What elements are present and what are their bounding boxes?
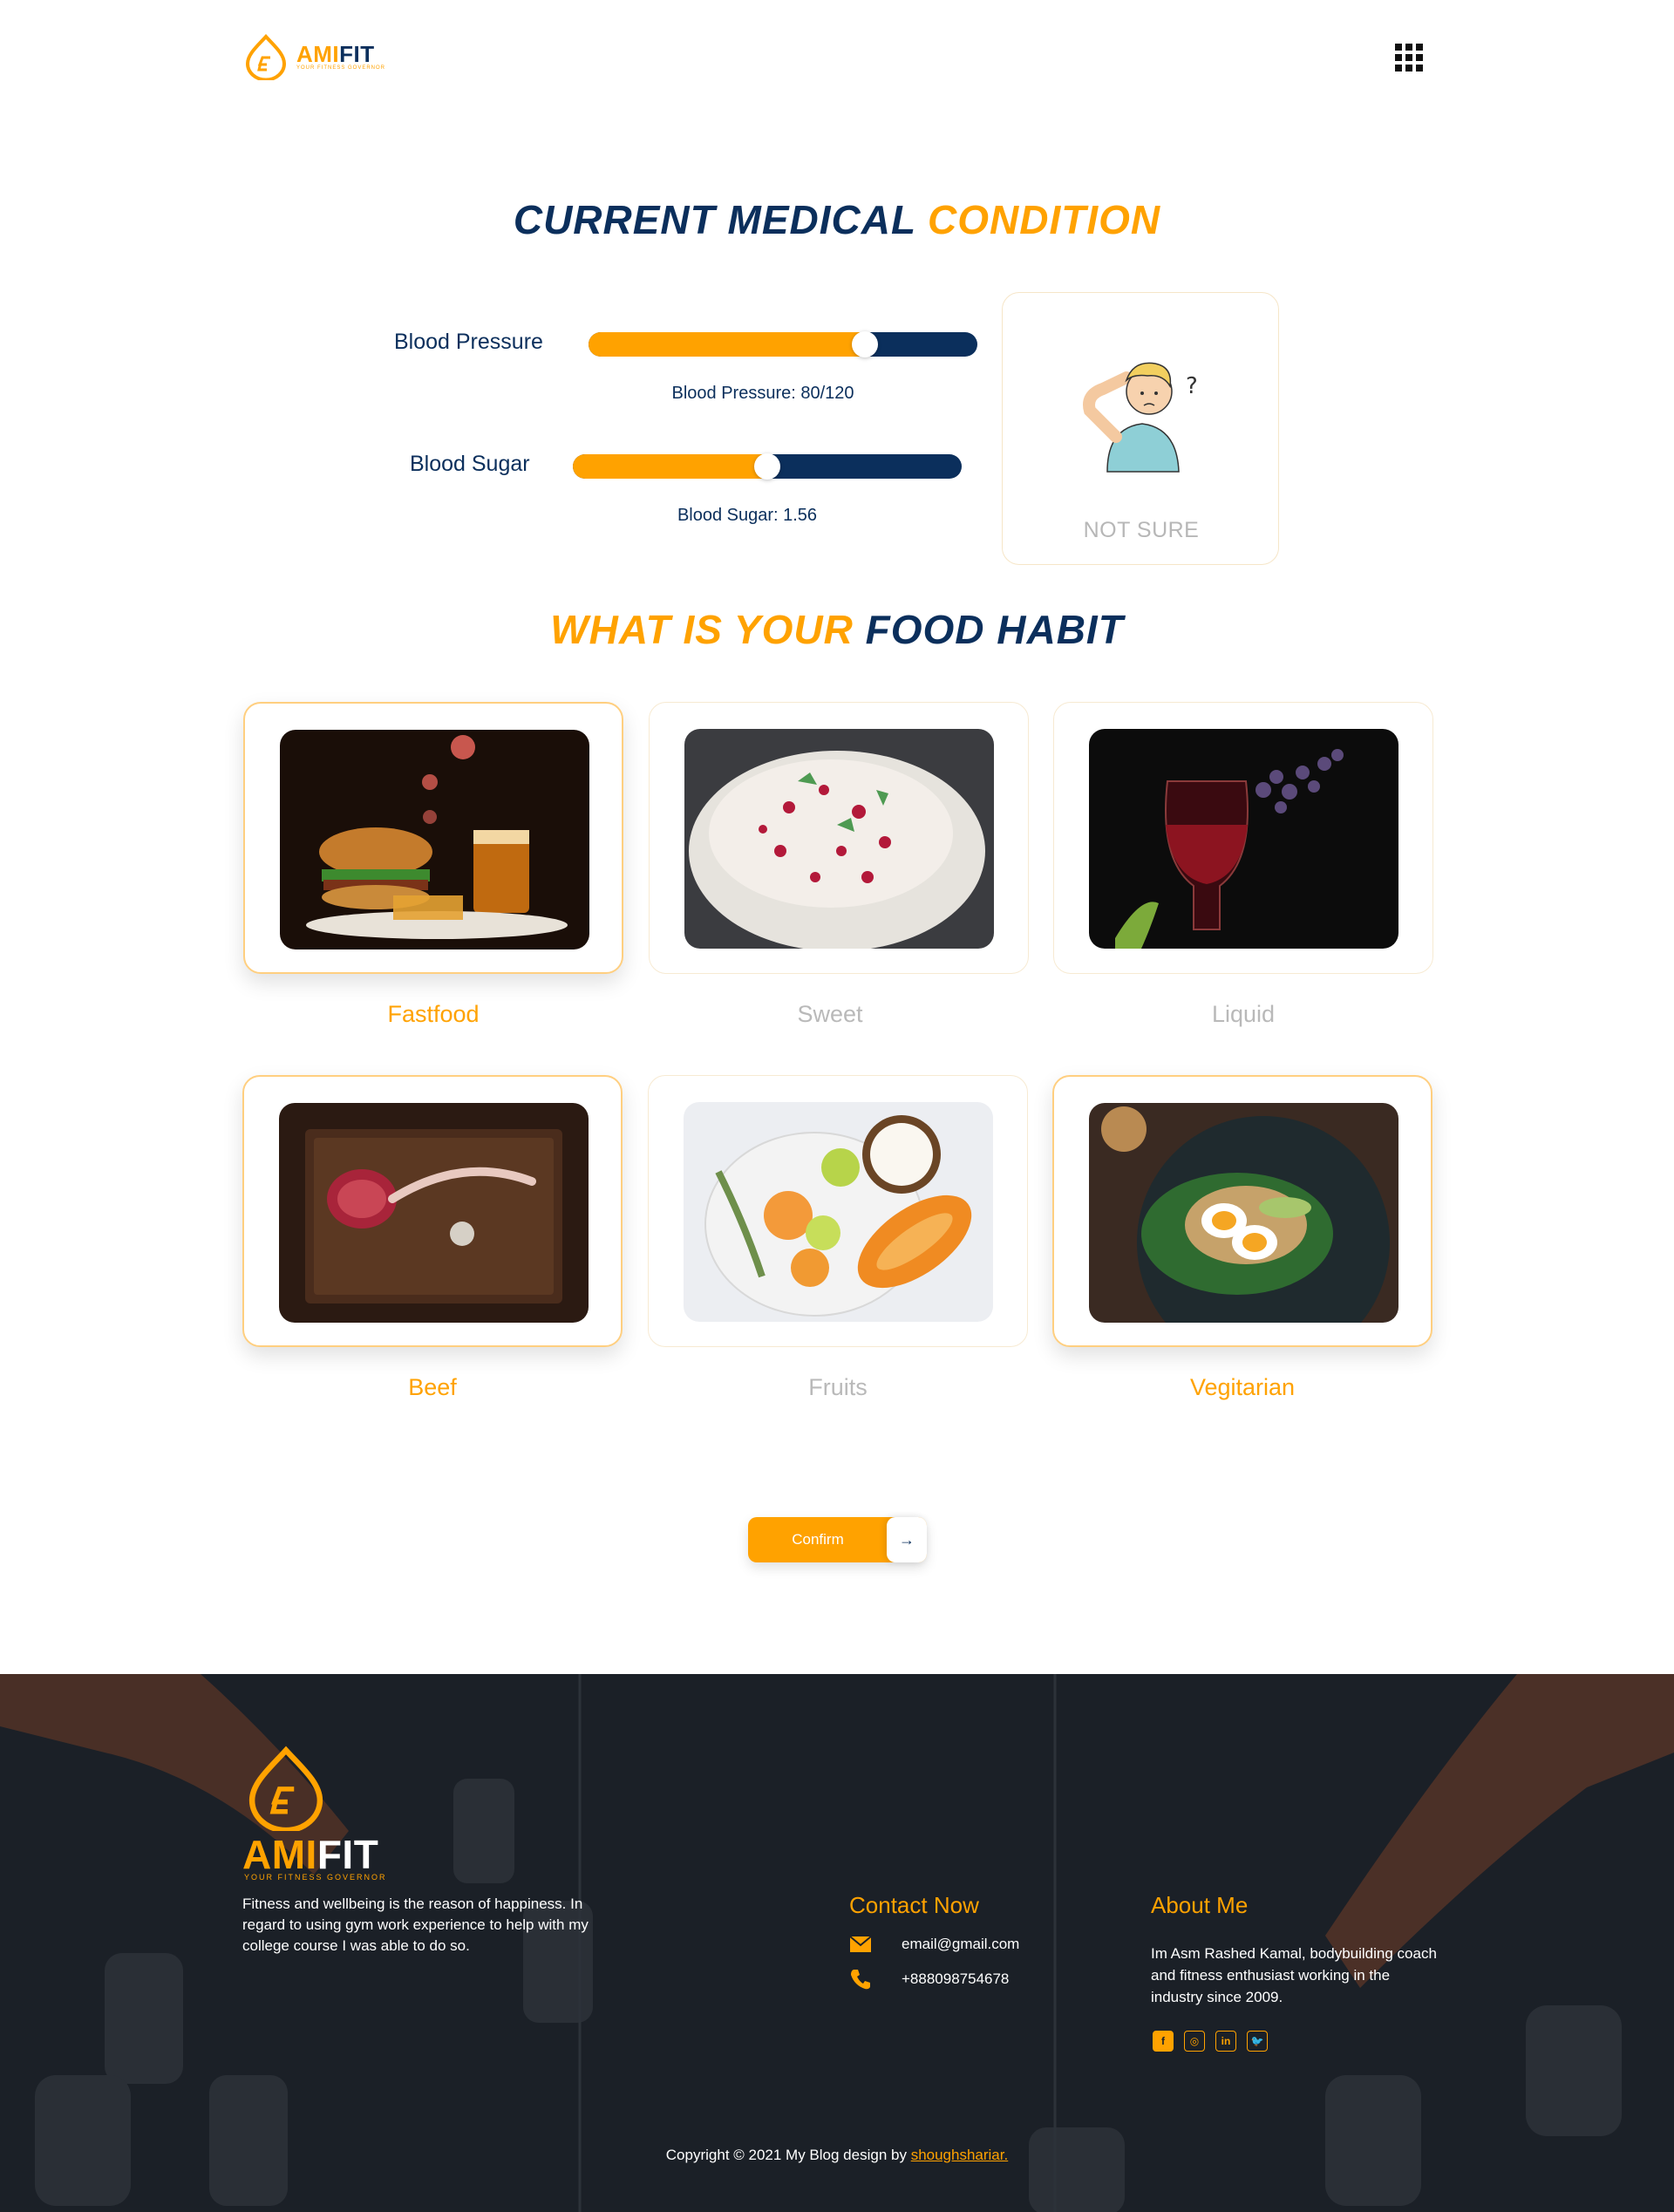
linkedin-icon[interactable]: in bbox=[1215, 2031, 1236, 2052]
fastfood-image bbox=[280, 730, 589, 949]
beef-image bbox=[279, 1103, 589, 1323]
footer-logo-fit: FIT bbox=[316, 1832, 379, 1877]
logo-ami: AMI bbox=[296, 41, 340, 67]
arrow-right-icon[interactable]: → bbox=[887, 1517, 927, 1562]
copyright: Copyright © 2021 My Blog design by shoug… bbox=[0, 2147, 1674, 2164]
food-card-fastfood[interactable] bbox=[243, 702, 623, 974]
header: AMIFIT YOUR FITNESS GOVERNOR bbox=[0, 0, 1674, 122]
twitter-icon[interactable]: 🐦 bbox=[1247, 2031, 1268, 2052]
medical-title: CURRENT MEDICAL CONDITION bbox=[0, 196, 1674, 243]
food-card-liquid[interactable] bbox=[1053, 702, 1433, 974]
food-label-fruits: Fruits bbox=[808, 1374, 868, 1400]
svg-text:?: ? bbox=[1186, 373, 1198, 399]
blood-pressure-readout: Blood Pressure: 80/120 bbox=[671, 384, 854, 403]
liquid-image bbox=[1089, 729, 1398, 949]
about-text: Im Asm Rashed Kamal, bodybuilding coach … bbox=[1151, 1945, 1437, 2005]
not-sure-label: NOT SURE bbox=[1083, 518, 1200, 542]
logo-fit: FIT bbox=[339, 41, 375, 67]
contact-phone[interactable]: +888098754678 bbox=[902, 1970, 1009, 1988]
logo-icon bbox=[245, 34, 287, 80]
blood-sugar-slider[interactable] bbox=[573, 453, 962, 480]
medical-title-part2: CONDITION bbox=[928, 197, 1161, 242]
grid-menu-icon[interactable] bbox=[1395, 44, 1423, 71]
blood-pressure-thumb[interactable] bbox=[852, 331, 878, 357]
food-label-liquid: Liquid bbox=[1211, 1001, 1276, 1027]
blood-sugar-readout: Blood Sugar: 1.56 bbox=[677, 506, 818, 525]
vegitarian-image bbox=[1089, 1103, 1398, 1323]
food-card-sweet[interactable] bbox=[649, 702, 1029, 974]
logo[interactable]: AMIFIT YOUR FITNESS GOVERNOR bbox=[242, 33, 385, 80]
sweet-image bbox=[684, 729, 994, 949]
food-label-beef: Beef bbox=[408, 1374, 457, 1400]
blood-sugar-thumb[interactable] bbox=[754, 453, 780, 480]
food-label-sweet: Sweet bbox=[797, 1001, 863, 1027]
food-title-part2: FOOD HABIT bbox=[865, 607, 1124, 652]
blood-sugar-label: Blood Sugar bbox=[410, 452, 530, 476]
food-label-fastfood: Fastfood bbox=[387, 1001, 480, 1027]
medical-title-part1: CURRENT MEDICAL bbox=[513, 197, 916, 242]
not-sure-card[interactable]: ? NOT SURE bbox=[1002, 292, 1279, 565]
food-card-fruits[interactable] bbox=[648, 1075, 1028, 1347]
food-title-part1: WHAT IS YOUR bbox=[550, 607, 854, 652]
mail-icon bbox=[849, 1934, 879, 1955]
footer-logo-word: AMIFIT bbox=[242, 1831, 378, 1878]
footer-logo-tagline: YOUR FITNESS GOVERNOR bbox=[244, 1873, 387, 1882]
food-card-beef[interactable] bbox=[242, 1075, 623, 1347]
footer: AMIFIT YOUR FITNESS GOVERNOR Fitness and… bbox=[0, 1674, 1674, 2212]
fruits-image bbox=[684, 1102, 993, 1322]
phone-icon bbox=[849, 1969, 879, 1990]
contact-phone-row[interactable]: +888098754678 bbox=[849, 1969, 1009, 1990]
confirm-button[interactable]: Confirm → bbox=[748, 1517, 927, 1562]
food-label-vegitarian: Vegitarian bbox=[1189, 1374, 1296, 1400]
facebook-icon[interactable]: f bbox=[1153, 2031, 1174, 2052]
contact-email-row[interactable]: email@gmail.com bbox=[849, 1934, 1019, 1955]
blood-pressure-fill bbox=[589, 332, 874, 357]
instagram-icon[interactable]: ◎ bbox=[1184, 2031, 1205, 2052]
logo-tagline: YOUR FITNESS GOVERNOR bbox=[296, 65, 386, 71]
blood-pressure-slider[interactable] bbox=[589, 331, 977, 357]
copyright-text: Copyright © 2021 My Blog design by bbox=[665, 2147, 911, 2163]
contact-email[interactable]: email@gmail.com bbox=[902, 1936, 1019, 1953]
blood-sugar-fill bbox=[573, 454, 776, 479]
blood-pressure-label: Blood Pressure bbox=[394, 330, 543, 354]
contact-heading: Contact Now bbox=[849, 1892, 979, 1918]
food-card-vegitarian[interactable] bbox=[1052, 1075, 1432, 1347]
footer-logo-icon bbox=[248, 1746, 323, 1831]
footer-description: Fitness and wellbeing is the reason of h… bbox=[242, 1896, 589, 1954]
social-links: f ◎ in 🐦 bbox=[1153, 2031, 1268, 2052]
footer-logo-ami: AMI bbox=[242, 1832, 317, 1877]
about-heading: About Me bbox=[1151, 1892, 1249, 1918]
food-title: WHAT IS YOUR FOOD HABIT bbox=[0, 606, 1674, 653]
copyright-author-link[interactable]: shoughshariar. bbox=[911, 2147, 1009, 2163]
confused-person-icon: ? bbox=[1083, 362, 1198, 473]
confirm-label: Confirm bbox=[792, 1531, 844, 1548]
